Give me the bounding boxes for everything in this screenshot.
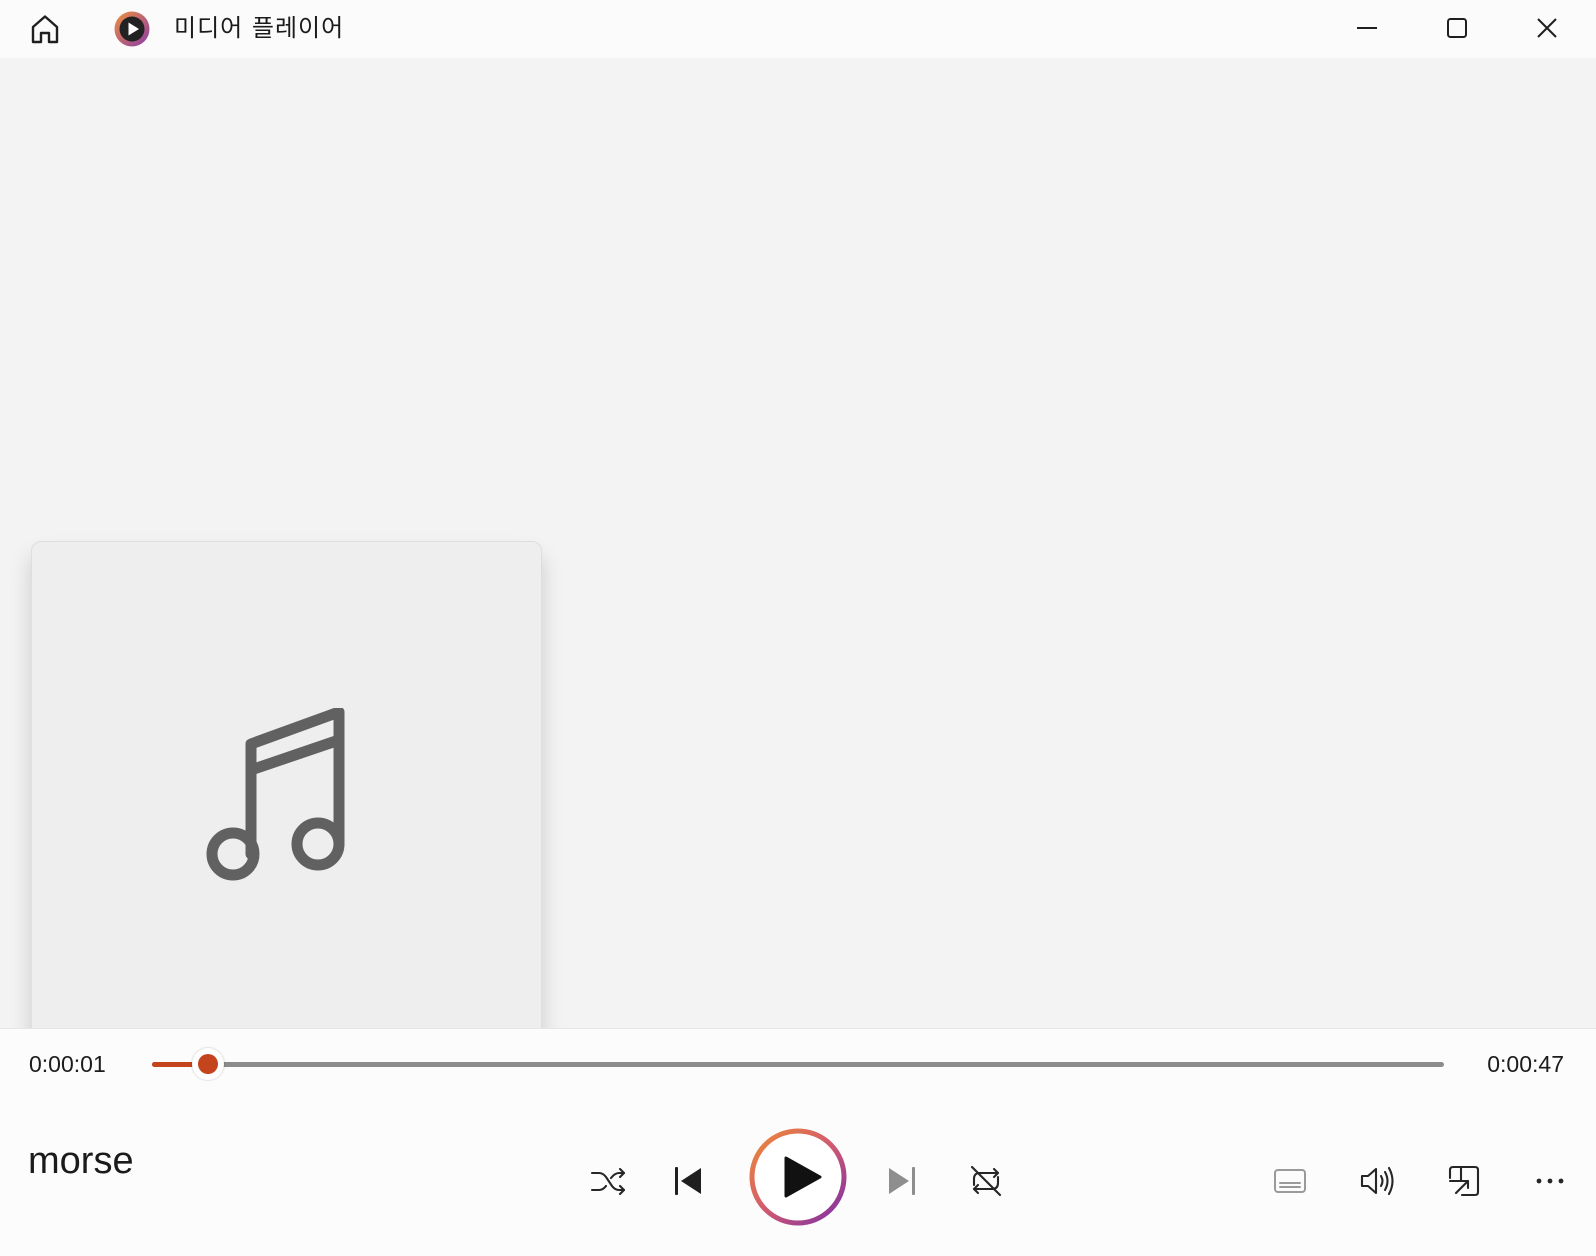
minimize-button[interactable] xyxy=(1322,0,1412,56)
volume-icon xyxy=(1360,1166,1394,1196)
home-icon xyxy=(31,15,59,44)
elapsed-time: 0:00:01 xyxy=(29,1051,106,1077)
close-icon xyxy=(1537,18,1557,38)
shuffle-icon xyxy=(590,1167,626,1196)
shuffle-button[interactable] xyxy=(584,1157,632,1205)
play-icon xyxy=(749,1128,847,1226)
previous-button[interactable] xyxy=(664,1157,712,1205)
seek-bar[interactable] xyxy=(152,1048,1444,1080)
media-player-logo-icon xyxy=(114,11,150,47)
previous-icon xyxy=(675,1167,701,1195)
maximize-icon xyxy=(1447,18,1467,38)
minimize-icon xyxy=(1357,27,1377,29)
music-note-icon xyxy=(206,707,344,880)
next-button[interactable] xyxy=(878,1157,926,1205)
now-playing-area xyxy=(0,58,1596,1052)
repeat-button[interactable] xyxy=(962,1157,1010,1205)
album-art xyxy=(31,541,542,1052)
title-bar: 미디어 플레이어 xyxy=(0,0,1596,58)
maximize-button[interactable] xyxy=(1412,0,1502,56)
more-options-icon xyxy=(1536,1178,1564,1184)
seek-track xyxy=(152,1062,1444,1067)
track-title[interactable]: morse xyxy=(28,1138,134,1184)
playback-controls-panel: 0:00:01 0:00:47 morse xyxy=(0,1028,1596,1256)
captions-icon xyxy=(1274,1169,1306,1193)
app-title: 미디어 플레이어 xyxy=(174,14,345,42)
home-button[interactable] xyxy=(22,9,68,49)
seek-thumb[interactable] xyxy=(191,1048,224,1080)
media-player-logo xyxy=(112,9,152,49)
seek-thumb-dot xyxy=(197,1054,218,1074)
play-button[interactable] xyxy=(748,1127,848,1227)
captions-button[interactable] xyxy=(1266,1157,1314,1205)
more-options-button[interactable] xyxy=(1526,1157,1574,1205)
volume-button[interactable] xyxy=(1353,1157,1401,1205)
repeat-icon xyxy=(970,1165,1002,1197)
total-time: 0:00:47 xyxy=(1487,1051,1564,1077)
mini-player-icon xyxy=(1448,1165,1480,1197)
media-player-window: 미디어 플레이어 0:00:01 0:00:47 morse xyxy=(0,0,1596,1256)
mini-player-button[interactable] xyxy=(1440,1157,1488,1205)
next-icon xyxy=(889,1167,915,1195)
close-button[interactable] xyxy=(1502,0,1592,56)
